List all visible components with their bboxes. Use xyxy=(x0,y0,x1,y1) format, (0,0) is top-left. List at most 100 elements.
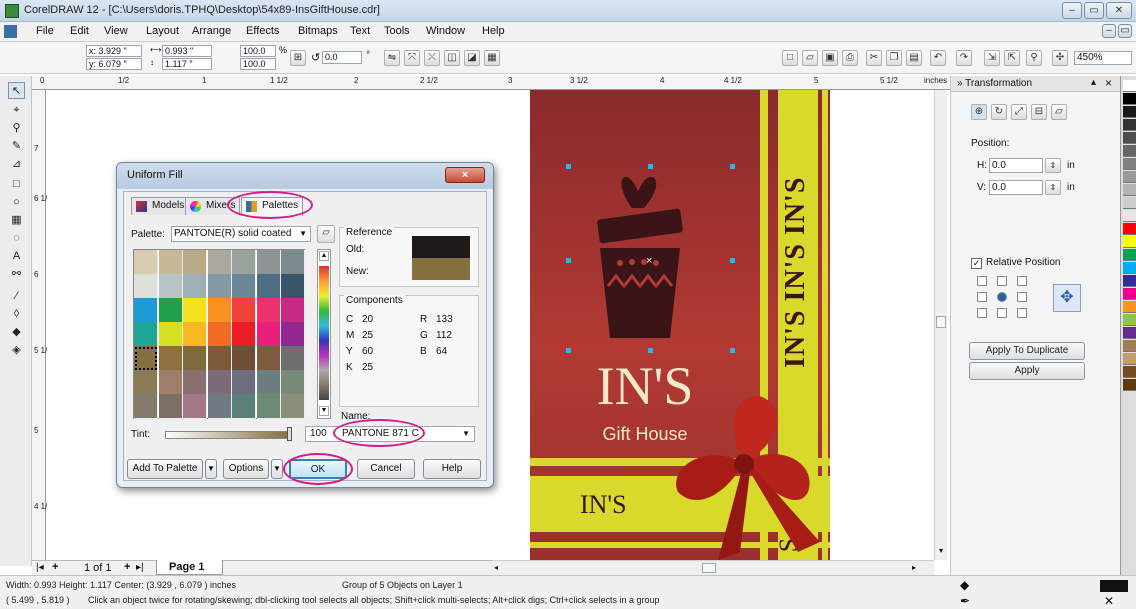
palette-swatch[interactable] xyxy=(281,298,305,323)
palette-swatch[interactable] xyxy=(232,298,256,323)
selection-handle[interactable] xyxy=(730,348,735,353)
menu-effects[interactable]: Effects xyxy=(246,25,279,37)
interactive-fill-icon[interactable]: ◈ xyxy=(8,342,25,359)
freehand-tool-icon[interactable]: ✎ xyxy=(8,138,25,155)
anchor-top-right[interactable] xyxy=(1017,276,1027,286)
interactive-blend-icon[interactable]: ⚯ xyxy=(8,266,25,283)
width-field[interactable]: 0.993 " xyxy=(162,45,212,57)
h-spinner[interactable]: ⇕ xyxy=(1045,158,1061,173)
palette-swatch[interactable] xyxy=(281,322,305,347)
selection-handle[interactable] xyxy=(566,164,571,169)
scroll-up-arrow-icon[interactable]: ▲ xyxy=(319,251,329,261)
maximize-button[interactable]: ▭ xyxy=(1084,2,1104,19)
palette-swatch[interactable] xyxy=(232,250,256,275)
horizontal-scroll-thumb[interactable] xyxy=(702,563,716,573)
selection-handle[interactable] xyxy=(730,258,735,263)
palette-swatch[interactable] xyxy=(134,298,158,323)
palette-swatch[interactable] xyxy=(183,250,207,275)
menu-bitmaps[interactable]: Bitmaps xyxy=(298,25,338,37)
basic-shapes-tool-icon[interactable]: ◌ xyxy=(8,230,25,247)
selection-handle[interactable] xyxy=(648,348,653,353)
selection-handle[interactable] xyxy=(730,164,735,169)
add-to-palette-menu-icon[interactable]: ▼ xyxy=(205,459,217,479)
palette-swatch[interactable] xyxy=(183,298,207,323)
doc-minimize-button[interactable]: – xyxy=(1102,24,1116,38)
palette-color-swatch[interactable] xyxy=(1123,119,1136,131)
anchor-bottom-center[interactable] xyxy=(997,308,1007,318)
palette-color-swatch[interactable] xyxy=(1123,145,1136,157)
rotation-field[interactable]: 0.0 xyxy=(322,51,362,64)
palette-swatch[interactable] xyxy=(256,298,281,323)
palette-color-swatch[interactable] xyxy=(1123,171,1136,183)
options-button[interactable]: Options xyxy=(223,459,269,479)
palette-swatch[interactable] xyxy=(134,250,158,275)
add-page-after-icon[interactable]: + xyxy=(124,561,130,573)
palette-color-swatch[interactable] xyxy=(1123,249,1136,261)
menu-tools[interactable]: Tools xyxy=(384,25,410,37)
page-tab-1[interactable]: Page 1 xyxy=(156,560,224,575)
palette-swatch[interactable] xyxy=(281,394,305,419)
scale-tab-icon[interactable]: ⤢ xyxy=(1011,104,1027,120)
palette-swatch[interactable] xyxy=(256,394,281,419)
application-launcher-icon[interactable]: ⚲ xyxy=(1026,50,1042,66)
apply-to-duplicate-button[interactable]: Apply To Duplicate xyxy=(969,342,1085,360)
palette-color-swatch[interactable] xyxy=(1123,236,1136,248)
x-position-field[interactable]: x: 3.929 " xyxy=(86,45,142,57)
palette-swatch[interactable] xyxy=(183,274,207,299)
add-to-palette-button[interactable]: Add To Palette xyxy=(127,459,203,479)
corel-online-icon[interactable]: ✣ xyxy=(1052,50,1068,66)
palette-swatch[interactable] xyxy=(207,250,232,275)
palette-color-swatch[interactable] xyxy=(1123,353,1136,365)
anchor-top-left[interactable] xyxy=(977,276,987,286)
selection-handle[interactable] xyxy=(566,348,571,353)
palette-color-swatch[interactable] xyxy=(1123,379,1136,391)
pick-tool-icon[interactable]: ↖ xyxy=(8,82,25,99)
vertical-ruler[interactable]: 7 6 1/2 6 5 1/2 5 4 1/2 xyxy=(32,90,52,560)
menu-edit[interactable]: Edit xyxy=(70,25,89,37)
palette-swatch[interactable] xyxy=(183,370,207,395)
anchor-center[interactable] xyxy=(997,292,1007,302)
palette-swatch[interactable] xyxy=(207,274,232,299)
palette-color-swatch[interactable] xyxy=(1123,223,1136,235)
palette-swatch[interactable] xyxy=(256,274,281,299)
undo-icon[interactable]: ↶ xyxy=(930,50,946,66)
group-icon[interactable]: ◫ xyxy=(444,50,460,66)
print-icon[interactable]: ⎙ xyxy=(842,50,858,66)
palette-swatch[interactable] xyxy=(256,322,281,347)
rotate-tab-icon[interactable]: ↻ xyxy=(991,104,1007,120)
palette-swatch[interactable] xyxy=(232,346,256,371)
vertical-scrollbar[interactable]: ▾ xyxy=(934,90,947,560)
selection-handle[interactable] xyxy=(566,258,571,263)
palette-swatch[interactable] xyxy=(183,322,207,347)
lock-ratio-icon[interactable]: ⊞ xyxy=(290,50,306,66)
palette-swatch[interactable] xyxy=(281,346,305,371)
menu-view[interactable]: View xyxy=(104,25,128,37)
gift-card-artwork[interactable]: IN'S IN'S IN'S × IN'S Gift House IN'S S xyxy=(530,90,830,560)
height-field[interactable]: 1.117 " xyxy=(162,58,212,70)
h-position-field[interactable]: 0.0 xyxy=(989,158,1043,173)
palette-color-swatch[interactable] xyxy=(1123,366,1136,378)
palette-swatch[interactable] xyxy=(207,346,232,371)
scroll-left-arrow-icon[interactable]: ◂ xyxy=(494,563,498,572)
palette-swatch[interactable] xyxy=(207,298,232,323)
zoom-tool-icon[interactable]: ⚲ xyxy=(8,120,25,137)
no-outline-icon[interactable]: ✕ xyxy=(1104,594,1114,608)
smart-fill-icon[interactable]: ⊿ xyxy=(8,156,25,173)
document-icon[interactable] xyxy=(4,25,17,38)
palette-swatch[interactable] xyxy=(158,250,183,275)
open-icon[interactable]: ▱ xyxy=(802,50,818,66)
export-icon[interactable]: ⇱ xyxy=(1004,50,1020,66)
fill-indicator-icon[interactable]: ◆ xyxy=(960,578,969,592)
selection-handle[interactable] xyxy=(648,164,653,169)
palette-color-swatch[interactable] xyxy=(1123,184,1136,196)
redo-icon[interactable]: ↷ xyxy=(956,50,972,66)
palette-color-swatch[interactable] xyxy=(1123,340,1136,352)
cut-icon[interactable]: ✂ xyxy=(866,50,882,66)
palette-color-swatch[interactable] xyxy=(1123,93,1136,105)
size-tab-icon[interactable]: ⊟ xyxy=(1031,104,1047,120)
palette-swatch[interactable] xyxy=(207,394,232,419)
palette-swatch[interactable] xyxy=(183,346,207,371)
palette-swatch[interactable] xyxy=(232,274,256,299)
eyedropper-tool-icon[interactable]: ⁄ xyxy=(8,288,25,305)
new-icon[interactable]: □ xyxy=(782,50,798,66)
